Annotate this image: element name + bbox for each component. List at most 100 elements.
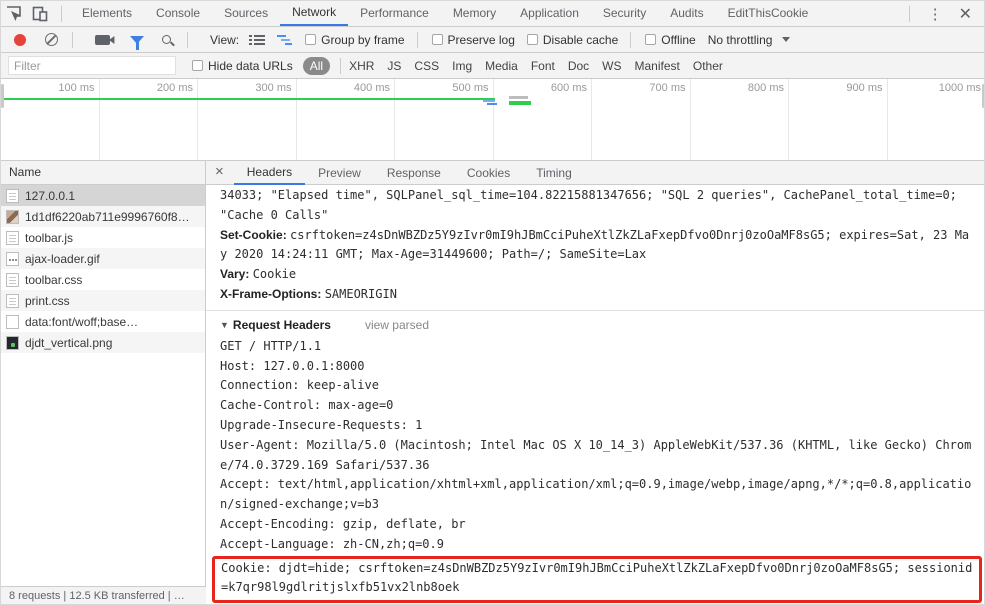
device-toolbar-icon[interactable] — [27, 1, 53, 26]
chevron-down-icon[interactable] — [782, 37, 791, 42]
request-header-source-line: Host: 127.0.0.1:8000 — [220, 358, 365, 373]
type-filter-css[interactable]: CSS — [414, 59, 439, 73]
preserve-log-label[interactable]: Preserve log — [448, 33, 515, 47]
image-icon — [6, 335, 19, 350]
request-row[interactable]: data:font/woff;base… — [1, 311, 205, 332]
group-by-frame-checkbox[interactable] — [305, 34, 317, 45]
view-parsed-link[interactable]: view parsed — [365, 318, 429, 332]
tick-label: 500 ms — [395, 79, 494, 160]
waterfall-view-icon[interactable] — [277, 34, 293, 46]
request-row[interactable]: 1d1df6220ab711e9996760f8… — [1, 206, 205, 227]
screenshot-capture-icon[interactable] — [95, 34, 110, 45]
tab-audits[interactable]: Audits — [658, 1, 715, 26]
preserve-log-checkbox[interactable] — [431, 34, 443, 45]
status-bar: 8 requests | 12.5 KB transferred | … — [1, 586, 206, 604]
close-devtools-icon[interactable]: ✕ — [953, 4, 984, 24]
close-detail-icon[interactable]: × — [206, 163, 234, 182]
offline-label[interactable]: Offline — [661, 33, 695, 47]
kebab-menu-icon[interactable]: ⋮ — [918, 5, 953, 23]
disable-cache-label[interactable]: Disable cache — [543, 33, 618, 47]
tab-response[interactable]: Response — [374, 161, 454, 185]
request-row[interactable]: 127.0.0.1 — [1, 185, 205, 206]
tab-performance[interactable]: Performance — [348, 1, 441, 26]
type-filter-doc[interactable]: Doc — [568, 59, 589, 73]
tab-console[interactable]: Console — [144, 1, 212, 26]
request-headers-section-header[interactable]: ▼ Request Headers view parsed — [220, 311, 976, 337]
requests-panel: Name 127.0.0.1 1d1df6220ab711e9996760f8…… — [1, 161, 206, 604]
response-header-line: 34033; "Elapsed time", SQLPanel_sql_time… — [220, 186, 976, 226]
tab-preview[interactable]: Preview — [305, 161, 374, 185]
tick-label: 700 ms — [592, 79, 691, 160]
inspect-element-icon[interactable] — [1, 1, 27, 26]
type-filter-ws[interactable]: WS — [602, 59, 621, 73]
request-name: 1d1df6220ab711e9996760f8… — [25, 209, 190, 224]
tab-network[interactable]: Network — [280, 1, 349, 26]
list-view-icon[interactable] — [249, 34, 266, 46]
divider — [340, 57, 342, 74]
tick-label: 800 ms — [691, 79, 789, 160]
disclosure-triangle-icon[interactable]: ▼ — [220, 320, 229, 330]
request-header-source-line: Upgrade-Insecure-Requests: 1 — [220, 417, 423, 432]
divider — [187, 31, 188, 48]
group-by-frame-label[interactable]: Group by frame — [321, 33, 404, 47]
filter-input[interactable] — [8, 56, 176, 75]
tab-memory[interactable]: Memory — [441, 1, 508, 26]
type-filter-img[interactable]: Img — [452, 59, 472, 73]
record-icon[interactable] — [14, 33, 26, 46]
tab-editthiscookie[interactable]: EditThisCookie — [716, 1, 821, 26]
tab-elements[interactable]: Elements — [70, 1, 144, 26]
tab-sources[interactable]: Sources — [212, 1, 280, 26]
name-column-header[interactable]: Name — [1, 161, 205, 185]
type-filter-other[interactable]: Other — [693, 59, 723, 73]
tick-label: 600 ms — [494, 79, 592, 160]
type-filter-font[interactable]: Font — [531, 59, 555, 73]
request-row[interactable]: toolbar.css — [1, 269, 205, 290]
request-row[interactable]: print.css — [1, 290, 205, 311]
filter-icon[interactable] — [130, 35, 144, 50]
tab-security[interactable]: Security — [591, 1, 658, 26]
detail-tabbar: × Headers Preview Response Cookies Timin… — [206, 161, 984, 185]
cookie-highlight-box: Cookie: djdt=hide; csrftoken=z4sDnWBZDz5… — [212, 555, 982, 604]
divider — [416, 31, 418, 48]
throttling-select[interactable]: No throttling — [708, 33, 773, 47]
tab-application[interactable]: Application — [508, 1, 591, 26]
type-filter-js[interactable]: JS — [387, 59, 401, 73]
tick-label: 1000 ms — [888, 79, 985, 160]
type-filter-xhr[interactable]: XHR — [349, 59, 374, 73]
overview-request-bar — [487, 103, 497, 105]
overview-left-handle[interactable] — [1, 84, 4, 108]
request-name: djdt_vertical.png — [25, 335, 113, 350]
offline-checkbox[interactable] — [645, 34, 657, 45]
divider — [61, 5, 62, 22]
request-header-source-line: Accept: text/html,application/xhtml+xml,… — [220, 477, 972, 512]
request-row[interactable]: djdt_vertical.png — [1, 332, 205, 353]
image-icon — [6, 209, 19, 224]
header-name: Set-Cookie — [220, 228, 290, 242]
request-header-source-line: GET / HTTP/1.1 — [220, 338, 322, 353]
tab-cookies[interactable]: Cookies — [454, 161, 523, 185]
document-icon — [6, 230, 19, 245]
request-row[interactable]: ajax-loader.gif — [1, 248, 205, 269]
request-header-source-line: Connection: keep-alive — [220, 378, 379, 393]
clear-icon[interactable] — [45, 33, 58, 46]
image-icon — [6, 251, 19, 266]
document-icon — [6, 272, 19, 287]
file-icon — [6, 314, 19, 329]
type-filter-manifest[interactable]: Manifest — [635, 59, 680, 73]
type-filter-media[interactable]: Media — [485, 59, 518, 73]
hide-data-urls-checkbox[interactable] — [192, 60, 203, 71]
network-overview-band[interactable]: 100 ms 200 ms 300 ms 400 ms 500 ms 600 m… — [1, 79, 985, 161]
search-icon[interactable] — [162, 35, 171, 44]
tab-timing[interactable]: Timing — [523, 161, 585, 185]
header-value: SAMEORIGIN — [324, 286, 397, 301]
disable-cache-checkbox[interactable] — [526, 34, 538, 45]
request-header-source-line: Cache-Control: max-age=0 — [220, 398, 394, 413]
section-title: Request Headers — [232, 317, 331, 332]
network-toolbar: View: Group by frame Preserve log Disabl… — [1, 27, 984, 53]
hide-data-urls-label[interactable]: Hide data URLs — [208, 59, 293, 73]
tab-headers[interactable]: Headers — [233, 161, 306, 185]
type-filter-all[interactable]: All — [302, 56, 331, 75]
request-row[interactable]: toolbar.js — [1, 227, 205, 248]
request-header-source-line: Accept-Encoding: gzip, deflate, br — [220, 516, 466, 531]
request-header-source-line: User-Agent: Mozilla/5.0 (Macintosh; Inte… — [220, 437, 972, 472]
